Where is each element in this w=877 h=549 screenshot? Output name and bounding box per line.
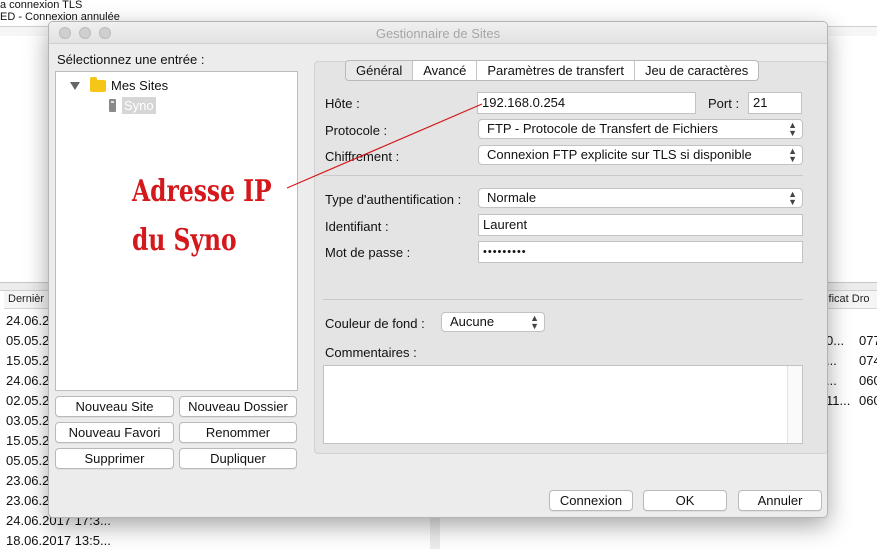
annotation-text-line1: Adresse IP — [132, 174, 272, 209]
annotation-text-line2: du Syno — [132, 223, 237, 258]
annotation-arrow-line — [286, 103, 483, 189]
